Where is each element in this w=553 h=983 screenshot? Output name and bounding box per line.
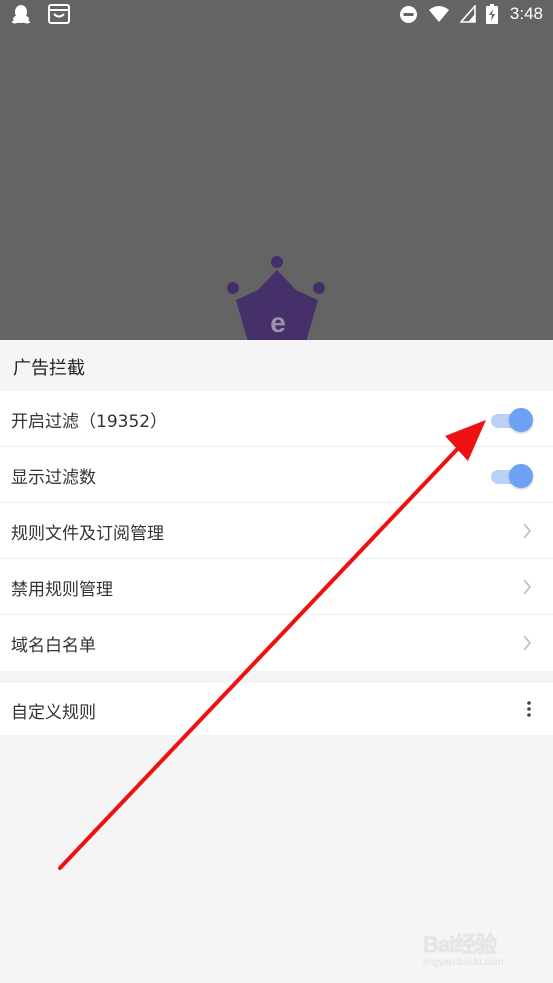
- wifi-icon: [428, 6, 449, 22]
- show-filter-count-row[interactable]: 显示过滤数: [0, 447, 553, 503]
- rule-files-subscription-label: 规则文件及订阅管理: [11, 524, 164, 544]
- chevron-right-icon: [523, 635, 532, 651]
- more-vertical-icon[interactable]: [525, 699, 533, 719]
- disabled-rules-label: 禁用规则管理: [11, 580, 113, 600]
- status-time: 3:48: [509, 4, 543, 23]
- svg-text:e: e: [270, 307, 286, 338]
- enable-filter-label: 开启过滤（19352）: [11, 412, 168, 432]
- custom-rules-label: 自定义规则: [11, 703, 96, 723]
- cellular-signal-icon: [459, 5, 476, 23]
- watermark-url: jingyan.baidu.com: [423, 957, 504, 968]
- custom-rules-row[interactable]: 自定义规则: [0, 683, 553, 735]
- show-filter-count-label: 显示过滤数: [11, 468, 96, 488]
- screen: 3:48 e 广告拦截 开启过滤（19352） 显示过滤数 规则文件及订阅管理 …: [0, 0, 553, 983]
- watermark-brand: Bai经验: [423, 932, 497, 957]
- enable-filter-toggle[interactable]: [491, 407, 533, 433]
- chevron-right-icon: [523, 523, 532, 539]
- status-bar: 3:48: [0, 0, 553, 30]
- message-box-icon: [48, 4, 70, 24]
- panel-header: 广告拦截: [0, 340, 553, 391]
- status-right-icons: 3:48: [399, 4, 543, 24]
- baidu-jingyan-watermark: Bai经验 jingyan.baidu.com: [423, 927, 533, 971]
- panel-title: 广告拦截: [13, 358, 85, 379]
- chevron-right-icon: [523, 579, 532, 595]
- disabled-rules-row[interactable]: 禁用规则管理: [0, 559, 553, 615]
- do-not-disturb-icon: [399, 5, 417, 23]
- domain-whitelist-row[interactable]: 域名白名单: [0, 615, 553, 671]
- rule-files-subscription-row[interactable]: 规则文件及订阅管理: [0, 503, 553, 559]
- crown-e-logo: e: [227, 256, 325, 342]
- dimmed-background[interactable]: 3:48 e: [0, 0, 553, 342]
- settings-list: 开启过滤（19352） 显示过滤数 规则文件及订阅管理 禁用规则管理 域名白名单: [0, 391, 553, 671]
- toggle-thumb: [509, 464, 533, 488]
- status-left-icons: [12, 4, 70, 24]
- show-filter-count-toggle[interactable]: [491, 463, 533, 489]
- battery-charging-icon: [485, 4, 498, 24]
- enable-filter-row[interactable]: 开启过滤（19352）: [0, 391, 553, 447]
- qq-icon: [12, 5, 30, 24]
- toggle-thumb: [509, 408, 533, 432]
- domain-whitelist-label: 域名白名单: [11, 636, 96, 656]
